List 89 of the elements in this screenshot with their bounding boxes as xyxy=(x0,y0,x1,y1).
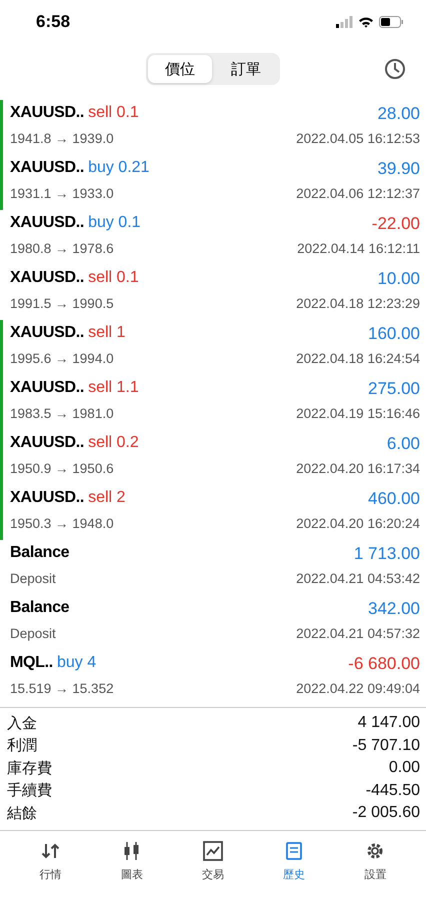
tab-item[interactable]: 圖表 xyxy=(102,840,162,882)
tab-item[interactable]: 交易 xyxy=(182,840,243,882)
deposit-label: Deposit xyxy=(10,570,57,588)
summary-label: 結餘 xyxy=(7,804,37,823)
price-range: 1931.1 → 1933.0 xyxy=(10,185,115,203)
symbol-label: XAUUSD.. xyxy=(10,489,84,507)
segment-tab[interactable]: 價位 xyxy=(148,55,212,83)
summary-value: -5 707.10 xyxy=(352,736,420,755)
profit-value: 1 713.00 xyxy=(354,544,420,565)
profit-value: -22.00 xyxy=(372,214,420,235)
book-icon xyxy=(284,840,304,860)
deal-time: 2022.04.20 16:20:24 xyxy=(296,515,420,533)
deal-time: 2022.04.20 16:17:34 xyxy=(296,460,420,478)
symbol-label: XAUUSD.. xyxy=(10,324,84,342)
symbol-label: XAUUSD.. xyxy=(10,104,84,122)
profit-value: 6.00 xyxy=(386,434,420,455)
profit-value: -6 680.00 xyxy=(348,654,420,675)
deal-row[interactable]: XAUUSD.. buy 0.21 1931.1 → 1933.0 39.90 2022.04.06 12:12:37 xyxy=(0,155,426,210)
deal-time: 2022.04.05 16:12:53 xyxy=(296,130,420,148)
volume-label: buy 0.21 xyxy=(88,159,150,177)
deal-row[interactable]: Balance Deposit 1 713.00 2022.04.21 04:53:42 xyxy=(0,540,426,595)
profit-value: 160.00 xyxy=(368,324,420,345)
summary-label: 手續費 xyxy=(7,781,52,800)
profit-value: 460.00 xyxy=(368,489,420,510)
symbol-label: Balance xyxy=(10,544,70,562)
profit-value: 275.00 xyxy=(368,379,420,400)
tab-item[interactable]: 設置 xyxy=(345,840,406,882)
summary-label: 庫存費 xyxy=(7,758,52,778)
price-range: 1991.5 → 1990.5 xyxy=(10,295,115,313)
status-time: 6:58 xyxy=(36,12,70,32)
deposit-label: Deposit xyxy=(10,625,57,643)
volume-label: buy 4 xyxy=(56,654,96,672)
price-range: 1950.3 → 1948.0 xyxy=(10,515,115,533)
price-range: 1980.8 → 1978.6 xyxy=(10,240,115,258)
price-range: 1950.9 → 1950.6 xyxy=(10,460,115,478)
wifi-icon xyxy=(358,16,374,28)
summary-label: 入金 xyxy=(7,714,37,733)
volume-label: sell 1.1 xyxy=(88,379,139,397)
profit-value: 342.00 xyxy=(368,599,420,620)
symbol-label: Balance xyxy=(10,599,70,617)
price-range: 1995.6 → 1994.0 xyxy=(10,350,115,368)
deal-time: 2022.04.18 12:23:29 xyxy=(296,295,420,313)
summary-value: -445.50 xyxy=(366,782,420,800)
deal-time: 2022.04.14 16:12:11 xyxy=(297,240,420,258)
deal-row[interactable]: XAUUSD.. sell 0.1 1991.5 → 1990.5 10.00 2022.04.18 12:23:29 xyxy=(0,265,426,320)
profit-value: 28.00 xyxy=(377,104,420,125)
volume-label: sell 0.2 xyxy=(88,434,139,452)
settings-icon xyxy=(365,840,386,860)
summary-value: 4 147.00 xyxy=(358,714,420,732)
deal-time: 2022.04.18 16:24:54 xyxy=(296,350,420,368)
profit-value: 39.90 xyxy=(377,159,420,180)
volume-label: sell 0.1 xyxy=(88,269,139,287)
symbol-label: XAUUSD.. xyxy=(10,379,84,397)
deal-time: 2022.04.22 09:49:04 xyxy=(296,680,420,698)
tab-item[interactable]: 歷史 xyxy=(264,840,324,882)
tab-item[interactable]: 行情 xyxy=(20,840,81,882)
price-range: 15.519 → 15.352 xyxy=(10,680,114,698)
line-chart-icon xyxy=(202,840,223,860)
volume-label: buy 0.1 xyxy=(88,214,141,232)
summary-value: 0.00 xyxy=(388,759,420,778)
deal-row[interactable]: XAUUSD.. buy 0.1 1980.8 → 1978.6 -22.00 2022.04.14 16:12:11 xyxy=(0,210,426,265)
deal-row[interactable]: XAUUSD.. sell 0.2 1950.9 → 1950.6 6.00 2022.04.20 16:17:34 xyxy=(0,430,426,485)
clock-icon[interactable] xyxy=(384,58,406,80)
symbol-label: XAUUSD.. xyxy=(10,159,84,177)
deal-time: 2022.04.19 15:16:46 xyxy=(296,405,420,423)
price-range: 1983.5 → 1981.0 xyxy=(10,405,115,423)
deal-time: 2022.04.21 04:57:32 xyxy=(296,625,420,643)
deal-row[interactable]: XAUUSD.. sell 1.1 1983.5 → 1981.0 275.00 2022.04.19 15:16:46 xyxy=(0,375,426,430)
deal-row[interactable]: Balance Deposit 342.00 2022.04.21 04:57:32 xyxy=(0,595,426,650)
summary-label: 利潤 xyxy=(7,736,37,756)
deal-time: 2022.04.21 04:53:42 xyxy=(296,570,420,588)
profit-value: 10.00 xyxy=(377,269,420,290)
volume-label: sell 1 xyxy=(88,324,126,342)
deal-row[interactable]: XAUUSD.. sell 2 1950.3 → 1948.0 460.00 2022.04.20 16:20:24 xyxy=(0,485,426,540)
deal-row[interactable]: MQL.. buy 4 15.519 → 15.352 -6 680.00 2022.04.22 09:49:04 xyxy=(0,650,426,705)
deal-row[interactable]: XAUUSD.. sell 1 1995.6 → 1994.0 160.00 2022.04.18 16:24:54 xyxy=(0,320,426,375)
symbol-label: XAUUSD.. xyxy=(10,214,84,232)
volume-label: sell 0.1 xyxy=(88,104,139,122)
volume-label: sell 2 xyxy=(88,489,126,507)
summary-value: -2 005.60 xyxy=(352,804,420,822)
price-range: 1941.8 → 1939.0 xyxy=(10,130,115,148)
symbol-label: XAUUSD.. xyxy=(10,269,84,287)
segment-tab[interactable]: 訂單 xyxy=(214,55,278,83)
deal-time: 2022.04.06 12:12:37 xyxy=(296,185,420,203)
symbol-label: MQL.. xyxy=(10,654,53,672)
signal-icon xyxy=(336,16,353,28)
battery-icon xyxy=(379,16,404,28)
deal-row[interactable]: XAUUSD.. sell 0.1 1941.8 → 1939.0 28.00 2022.04.05 16:12:53 xyxy=(0,100,426,155)
symbol-label: XAUUSD.. xyxy=(10,434,84,452)
